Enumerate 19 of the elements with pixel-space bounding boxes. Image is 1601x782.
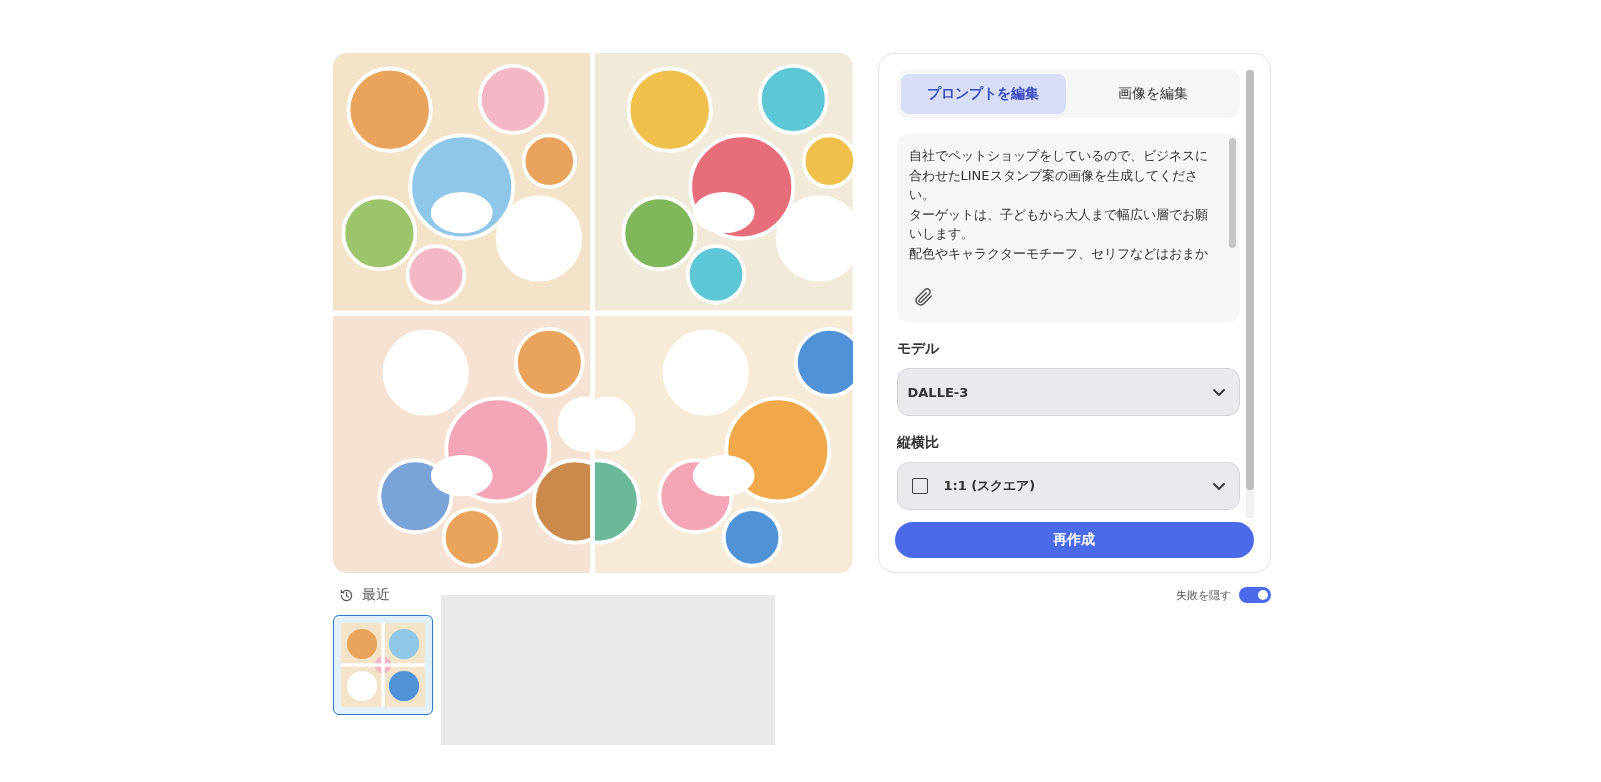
history-thumbnail[interactable] — [332, 615, 433, 715]
square-icon — [911, 478, 928, 494]
recent-title: 最近 — [361, 586, 390, 604]
model-label: モデル — [896, 340, 940, 358]
prompt-field[interactable]: 自社でペットショップをしているので、ビジネスに合わせたLINEスタンプ案の画像を生成してください。 ターゲットは、子どもから大人まで幅広い層でお願いします。 配色やキャラクターモチーフ、セリフなどはおまか — [896, 134, 1240, 322]
prompt-text: 自社でペットショップをしているので、ビジネスに合わせたLINEスタンプ案の画像を生成してください。 — [908, 147, 1209, 204]
prompt-text: ターゲットは、子どもから大人まで幅広い層でお願いします。 — [908, 205, 1209, 243]
aspect-label: 縦横比 — [896, 434, 940, 452]
prompt-text: 配色やキャラクターモチーフ、セリフなどはおまか — [908, 244, 1209, 263]
history-icon — [338, 587, 354, 603]
paperclip-icon[interactable] — [912, 286, 935, 308]
model-select[interactable]: DALLE-3 — [896, 368, 1240, 416]
regenerate-button[interactable]: 再作成 — [894, 522, 1254, 558]
tab[interactable]: 画像を編集 — [1070, 74, 1236, 114]
hide-failed-label: 失敗を隠す — [1175, 587, 1231, 603]
tab[interactable]: プロンプトを編集 — [900, 74, 1066, 114]
aspect-select[interactable]: 1:1 (スクエア) — [896, 462, 1240, 510]
scrollbar-thumb[interactable] — [1228, 138, 1236, 248]
hide-failed-toggle[interactable] — [1238, 587, 1271, 603]
